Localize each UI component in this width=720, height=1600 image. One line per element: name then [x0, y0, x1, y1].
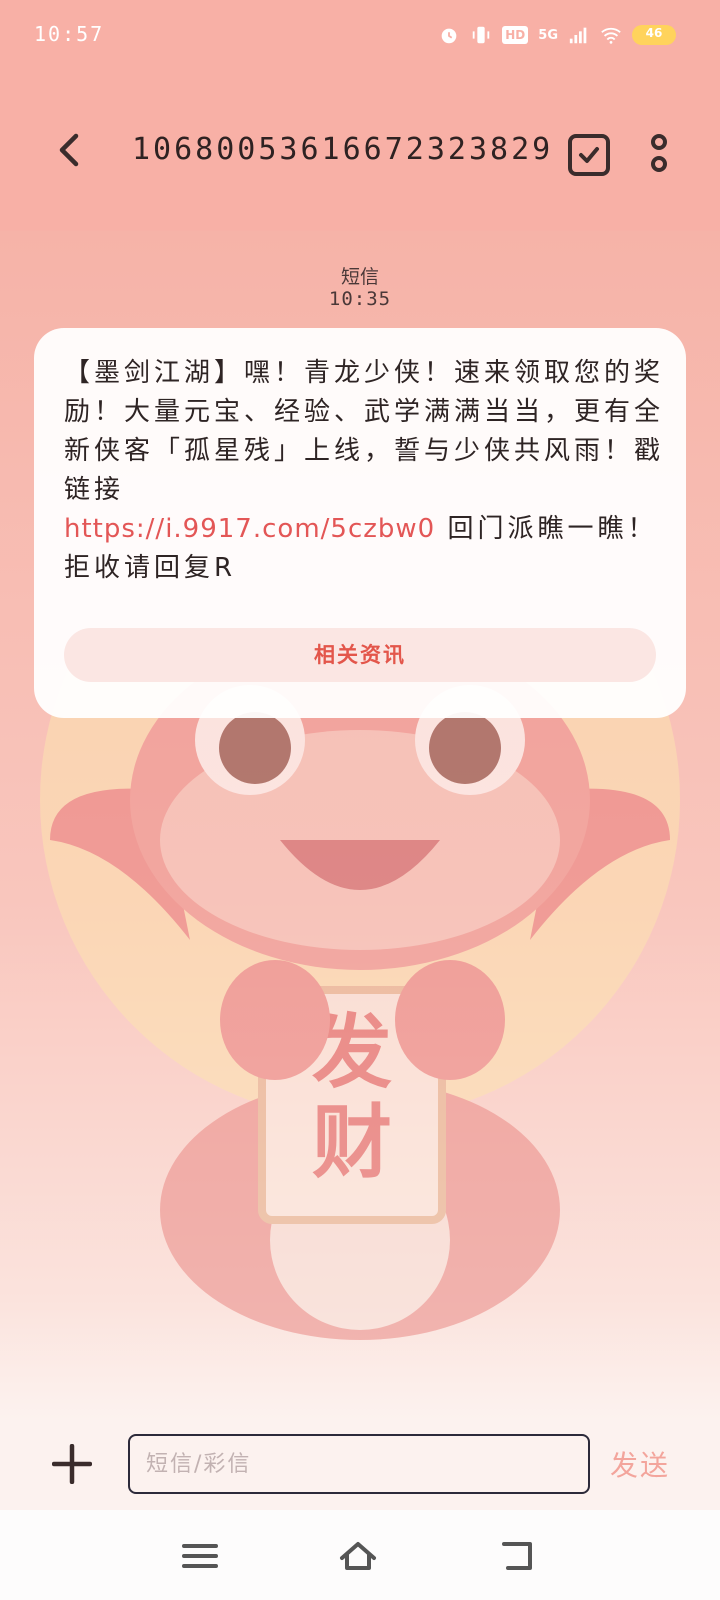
right-paw: [395, 960, 505, 1080]
system-nav-bar: [0, 1510, 720, 1600]
message-link[interactable]: https://i.9917.com/5czbw0: [64, 514, 435, 544]
sender-number: 10680053616672323829: [132, 132, 554, 167]
back-nav-icon[interactable]: [498, 1536, 538, 1576]
status-bar: 10:57 HD 5G 46: [0, 0, 720, 70]
dragon-mascot-illustration: 发 财: [40, 640, 680, 1340]
message-timestamp: 10:35: [328, 288, 392, 310]
select-button[interactable]: [568, 134, 610, 176]
signal-icon: [569, 27, 587, 44]
message-bubble[interactable]: 【墨剑江湖】嘿！青龙少侠！速来领取您的奖励！大量元宝、经验、武学满满当当，更有全…: [34, 328, 686, 718]
message-text: 【墨剑江湖】嘿！青龙少侠！速来领取您的奖励！大量元宝、经验、武学满满当当，更有全…: [64, 358, 665, 505]
conversation-header: 10680053616672323829: [0, 100, 720, 210]
vibrate-icon: [473, 26, 490, 44]
home-icon[interactable]: [338, 1536, 378, 1576]
battery-icon: 46: [632, 25, 676, 45]
left-pupil: [219, 712, 291, 784]
menu-icon[interactable]: [180, 1536, 220, 1576]
checkmark-icon: [579, 147, 599, 163]
network-type: 5G: [538, 27, 558, 43]
more-options-icon[interactable]: [650, 134, 668, 174]
status-icons: HD 5G 46: [438, 24, 676, 46]
wifi-icon: [601, 27, 621, 44]
right-pupil: [429, 712, 501, 784]
back-arrow-icon[interactable]: [54, 130, 84, 170]
send-button[interactable]: 发送: [610, 1444, 670, 1484]
message-body: 【墨剑江湖】嘿！青龙少侠！速来领取您的奖励！大量元宝、经验、武学满满当当，更有全…: [64, 354, 664, 588]
message-input[interactable]: [128, 1434, 590, 1494]
related-info-button[interactable]: 相关资讯: [64, 628, 656, 682]
message-type-label: 短信: [340, 266, 379, 288]
add-attachment-icon[interactable]: [52, 1444, 92, 1484]
sign-char-2: 财: [312, 1096, 392, 1189]
hd-badge: HD: [502, 26, 529, 44]
status-time: 10:57: [34, 22, 105, 46]
message-composer: 发送: [0, 1410, 720, 1510]
alarm-icon: [441, 28, 457, 44]
battery-level: 46: [645, 26, 663, 40]
left-paw: [220, 960, 330, 1080]
